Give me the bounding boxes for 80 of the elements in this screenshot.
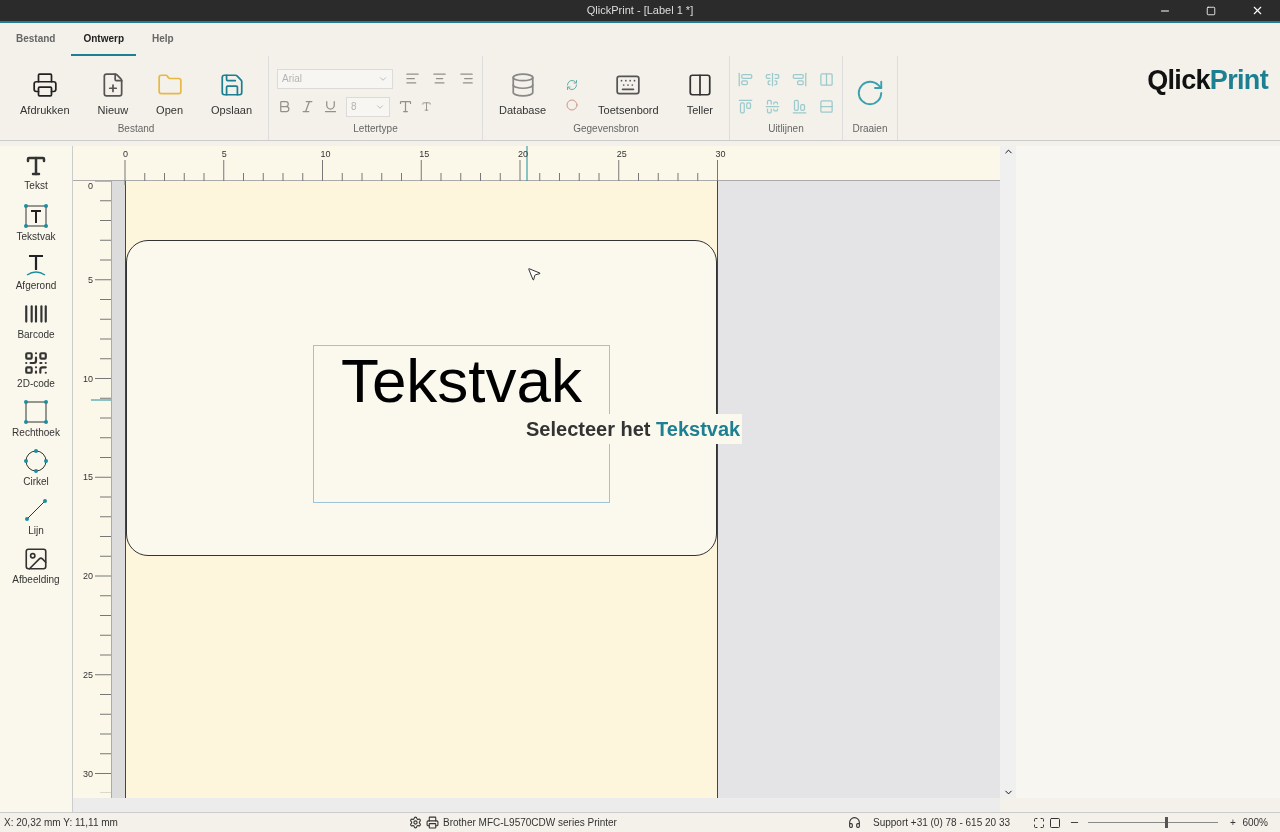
image-icon [23, 546, 49, 572]
ruler-label: 25 [616, 148, 627, 161]
ruler-label: 20 [518, 148, 528, 161]
tool-button[interactable]: Lijn [23, 497, 49, 544]
support-icon [848, 816, 861, 829]
horizontal-scrollbar[interactable] [73, 798, 1000, 812]
ruler-label: 15 [82, 472, 93, 483]
grow-font-icon[interactable] [398, 99, 413, 114]
ruler-label: 25 [82, 669, 93, 680]
group-label: Lettertype [353, 122, 398, 136]
align-center-icon[interactable] [432, 71, 447, 86]
tooltip: Selecteer het Tekstvak [524, 414, 743, 444]
ribbon-tab[interactable]: Ontwerp [71, 23, 136, 56]
fit-icon[interactable] [1033, 816, 1045, 829]
ribbon-button[interactable]: Afdrukken [12, 66, 78, 119]
tool-button[interactable]: Cirkel [23, 448, 49, 495]
ribbon-button[interactable]: Toetsenbord [590, 66, 667, 119]
tool-button[interactable]: Afgerond [15, 252, 57, 299]
printer-icon[interactable] [426, 816, 439, 829]
circle-icon [23, 448, 49, 474]
page-icon[interactable] [1049, 816, 1061, 829]
vertical-scrollbar[interactable] [1000, 146, 1016, 798]
ribbon-button[interactable]: Nieuw [89, 66, 137, 119]
qr-code-icon [23, 350, 49, 376]
cursor-coordinates: X: 20,32 mm Y: 11,11 mm [4, 816, 119, 830]
ribbon-button[interactable]: Opslaan [203, 66, 260, 119]
ruler-label: 20 [82, 571, 93, 581]
ribbon-tab[interactable]: Help [140, 23, 186, 56]
group-label: Gegevensbron [573, 122, 639, 136]
align-left-icon[interactable] [405, 71, 420, 86]
keyboard-icon [615, 72, 642, 98]
align-right-icon[interactable] [459, 71, 474, 86]
group-label: Draaien [852, 122, 888, 136]
settings-icon[interactable] [409, 816, 422, 829]
zoom-percentage: 600% [1242, 816, 1269, 830]
ruler-label: 5 [87, 274, 93, 285]
bold-icon[interactable] [277, 99, 292, 114]
shrink-font-icon[interactable] [421, 101, 432, 112]
group-label: Uitlijnen [768, 122, 804, 136]
ribbon-button[interactable]: Teller [678, 66, 721, 119]
refresh-icon[interactable] [566, 78, 579, 91]
support-phone: Support +31 (0) 78 - 615 20 33 [873, 816, 1012, 830]
cursor-icon [526, 266, 542, 282]
window-title: QlickPrint - [Label 1 *] [586, 3, 694, 19]
text-box-icon [23, 203, 49, 229]
tool-button[interactable]: Afbeelding [12, 546, 60, 593]
save-icon [218, 72, 245, 98]
ruler-label: 10 [82, 373, 93, 384]
tool-button[interactable]: Tekstvak [16, 203, 56, 250]
circle-icon[interactable] [566, 98, 579, 111]
ribbon-button[interactable]: Open [148, 66, 192, 119]
zoom-slider[interactable] [1088, 817, 1218, 828]
ruler-label: 15 [419, 148, 430, 161]
group-label: Bestand [117, 122, 155, 136]
underline-icon[interactable] [323, 99, 338, 114]
tool-button[interactable]: Tekst [24, 154, 48, 201]
folder-icon [156, 72, 183, 98]
text-icon [24, 154, 48, 178]
tool-button[interactable]: Rechthoek [12, 399, 60, 446]
ruler-label: 0 [87, 181, 93, 191]
line-icon [23, 497, 49, 523]
italic-icon[interactable] [300, 99, 315, 114]
tool-button[interactable]: Barcode [17, 301, 55, 348]
maximize-icon [1206, 5, 1216, 16]
printer-icon [31, 72, 58, 98]
zoom-in-button[interactable]: + [1226, 815, 1240, 830]
ruler-label: 10 [320, 148, 331, 161]
logo: QlickPrint [1147, 64, 1270, 97]
database-icon [509, 72, 536, 98]
printer-name: Brother MFC-L9570CDW series Printer [443, 816, 618, 830]
ribbon-button[interactable]: Database [491, 66, 555, 119]
ruler-label: 0 [123, 148, 128, 161]
zoom-thumb[interactable] [1165, 817, 1168, 828]
tool-button[interactable]: 2D-code [17, 350, 55, 397]
ribbon-tab[interactable]: Bestand [4, 23, 68, 56]
rectangle-icon [23, 399, 49, 425]
textbox-text: Tekstvak [340, 348, 583, 414]
ruler-label: 5 [221, 148, 227, 161]
ruler-label: 30 [715, 148, 726, 161]
ruler-label: 30 [82, 768, 93, 779]
